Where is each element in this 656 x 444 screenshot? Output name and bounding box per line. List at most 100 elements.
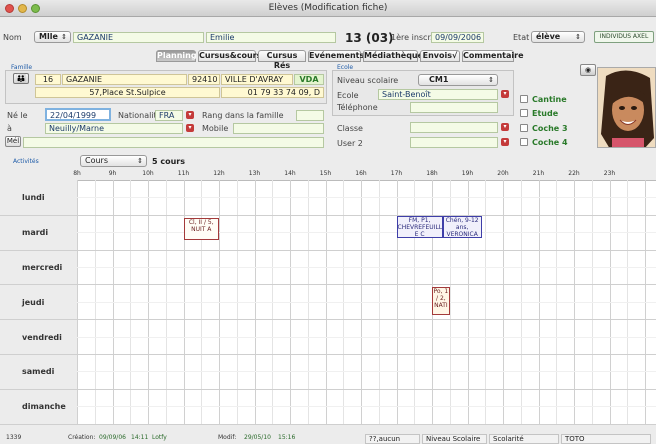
rang-label: Rang dans la famille	[202, 111, 284, 120]
lieu-dropdown-icon[interactable]: ▾	[186, 124, 194, 132]
coche3-checkbox[interactable]	[520, 124, 528, 132]
creation-user: Lotfy	[152, 434, 167, 441]
record-id: 1339	[6, 434, 22, 441]
window-title: Elèves (Modification fiche)	[268, 3, 388, 13]
mobile-field[interactable]	[233, 123, 324, 134]
coche4-checkbox[interactable]	[520, 138, 528, 146]
civilite-value: Mlle	[39, 32, 58, 41]
tab-commentaire[interactable]: Commentaire	[462, 50, 524, 62]
ecole-label: Ecole	[337, 91, 359, 100]
hour-label: 22h	[568, 170, 580, 177]
course-event[interactable]: FM, P1, CHEVREFEUILL E C	[396, 215, 443, 238]
hour-label: 13h	[248, 170, 261, 177]
etude-checkbox[interactable]	[520, 109, 528, 117]
nationalite-field[interactable]: FRA	[155, 110, 183, 121]
hour-label: 20h	[497, 170, 509, 177]
hour-label: 16h	[355, 170, 367, 177]
select-arrows-icon: ⇕	[488, 76, 494, 84]
hour-label: 12h	[213, 170, 225, 177]
day-label-samedi: samedi	[22, 367, 55, 377]
tab-envois[interactable]: Envois√	[420, 50, 460, 62]
day-label-lundi: lundi	[22, 193, 45, 203]
hour-label: 18h	[426, 170, 438, 177]
a-label: à	[7, 124, 12, 133]
tab-planning[interactable]: Planning	[156, 50, 197, 62]
hour-label: 21h	[532, 170, 545, 177]
niveau-select[interactable]: CM1 ⇕	[418, 74, 498, 86]
course-event[interactable]: Po, 1 / 2, NATI	[432, 287, 450, 316]
grid-halfline	[77, 267, 656, 268]
classe-dropdown-icon[interactable]: ▾	[501, 123, 509, 131]
modif-time: 15:16	[278, 434, 296, 441]
creation-label: Création:	[68, 434, 96, 441]
grid-halfline	[77, 232, 656, 234]
coche4-label: Coche 4	[532, 138, 568, 147]
nom-label: Nom	[3, 33, 22, 42]
modif-date: 29/05/10	[244, 434, 271, 441]
grid-halfline	[77, 371, 656, 373]
etat-select[interactable]: élève ⇕	[531, 31, 585, 43]
grid-halfline	[77, 197, 656, 199]
inscription-date-field[interactable]: 09/09/2006	[431, 32, 484, 43]
hour-label: 11h	[177, 170, 190, 177]
famille-ville-field[interactable]: VILLE D'AVRAY	[221, 74, 293, 85]
user2-label: User 2	[337, 139, 363, 148]
status-box-niveau: Niveau Scolaire	[422, 434, 487, 444]
grid-hline	[0, 354, 656, 355]
user2-field[interactable]	[410, 137, 498, 148]
ecole-dropdown-icon[interactable]: ▾	[501, 90, 509, 98]
classe-field[interactable]	[410, 122, 498, 133]
rang-field[interactable]	[296, 110, 324, 121]
grid-halfline	[77, 336, 656, 338]
famille-tel-field[interactable]: 01 79 33 74 09, D	[221, 87, 324, 98]
family-icon[interactable]: 👪	[13, 73, 29, 84]
individus-axel-button[interactable]: INDIVIDUS AXEL	[594, 31, 654, 43]
creation-date: 09/09/06	[99, 434, 126, 441]
camera-icon[interactable]: ◉	[580, 64, 596, 76]
etat-value: élève	[536, 32, 561, 41]
day-label-mardi: mardi	[22, 228, 49, 238]
activites-filter-value: Cours	[85, 156, 109, 165]
tab-evenements[interactable]: Evénements	[308, 50, 364, 62]
hour-label: 19h	[461, 170, 474, 177]
hour-label: 8h	[73, 170, 81, 177]
activites-filter-select[interactable]: Cours ⇕	[80, 155, 147, 167]
course-event[interactable]: Chén, 9-12 ans, VERONICA B	[442, 215, 482, 238]
nom-field[interactable]: GAZANIE	[73, 32, 204, 43]
course-event[interactable]: Cl, II / 5, NUIT A	[183, 217, 219, 240]
eleve-number: 13 (03)	[345, 31, 394, 45]
telephone-label: Téléphone	[337, 103, 378, 112]
famille-nom-field[interactable]: GAZANIE	[62, 74, 187, 85]
niveau-value: CM1	[429, 75, 449, 84]
nationalite-dropdown-icon[interactable]: ▾	[186, 111, 194, 119]
famille-code-field[interactable]: VDA	[294, 74, 324, 85]
tab-bar: Planning Cursus&cours Cursus Rés Evéneme…	[156, 50, 524, 70]
prenom-field[interactable]: Emilie	[206, 32, 336, 43]
famille-num-field[interactable]: 16	[35, 74, 61, 85]
tab-cursus-res[interactable]: Cursus Rés	[258, 50, 306, 70]
lieu-naissance-field[interactable]: Neuilly/Marne	[45, 123, 183, 134]
famille-adresse-field[interactable]: 57,Place St.Sulpice	[35, 87, 220, 98]
date-naissance-field[interactable]: 22/04/1999	[45, 108, 111, 121]
famille-cp-field[interactable]: 92410	[188, 74, 220, 85]
etude-label: Etude	[532, 109, 559, 118]
hour-label: 10h	[142, 170, 154, 177]
status-box-toto: TOTO	[561, 434, 651, 444]
grid-hline	[0, 388, 656, 390]
user2-dropdown-icon[interactable]: ▾	[501, 138, 509, 146]
ecole-field[interactable]: Saint-Benoît	[378, 89, 498, 100]
grid-hline	[0, 423, 656, 425]
civilite-select[interactable]: Mlle ⇕	[34, 31, 71, 43]
telephone-field[interactable]	[410, 102, 498, 113]
cantine-checkbox[interactable]	[520, 95, 528, 103]
etat-label: Etat	[513, 33, 530, 42]
inscription-label: 1ère inscr.	[391, 33, 433, 42]
tab-cursus-cours[interactable]: Cursus&cours	[198, 50, 261, 62]
mel-field[interactable]	[23, 137, 324, 148]
day-label-mercredi: mercredi	[22, 263, 63, 272]
status-box-scolarite: Scolarité	[489, 434, 559, 444]
tab-mediatheque[interactable]: Médiathèque	[363, 50, 423, 62]
mel-button[interactable]: Mél	[5, 136, 21, 147]
student-photo	[597, 67, 656, 148]
select-arrows-icon: ⇕	[61, 33, 67, 41]
